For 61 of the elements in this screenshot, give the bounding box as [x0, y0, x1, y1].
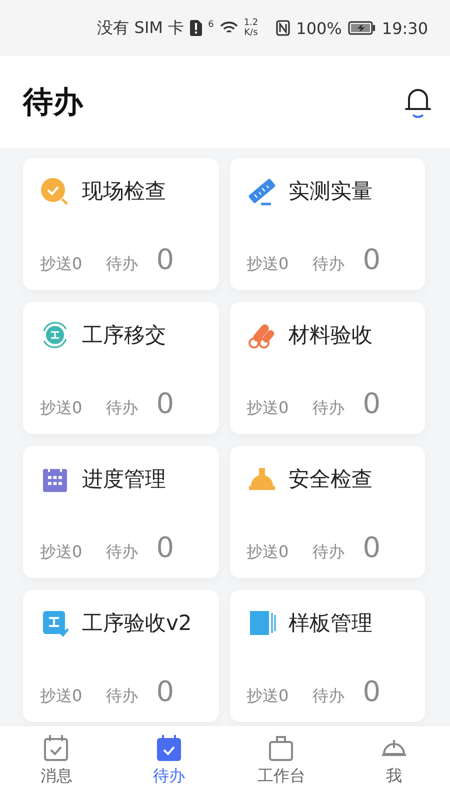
briefcase-icon: [268, 734, 294, 762]
module-title: 进度管理: [82, 466, 166, 493]
todo-label: 待办: [312, 542, 345, 563]
module-card[interactable]: 样板管理 抄送0 待办 0: [230, 590, 425, 722]
module-card[interactable]: 工序移交 抄送0 待办 0: [23, 302, 218, 434]
carrier-text: 没有 SIM 卡: [97, 18, 184, 38]
cc-count-text: 抄送0: [40, 686, 82, 707]
battery-text: 100%: [296, 18, 342, 38]
module-title: 样板管理: [288, 610, 372, 637]
module-title: 安全检查: [288, 466, 372, 493]
cc-count-text: 抄送0: [246, 542, 289, 563]
module-title: 实测实量: [288, 178, 372, 205]
todo-label: 待办: [312, 686, 345, 707]
todo-label: 待办: [312, 398, 345, 419]
speed-unit-text: K/s: [244, 28, 258, 38]
network-type-text: 6: [208, 20, 214, 30]
cc-count-text: 抄送0: [246, 398, 289, 419]
tab-bar-item[interactable]: 工作台: [225, 726, 338, 800]
check-badge-icon: [40, 176, 70, 206]
page-title: 待办: [23, 84, 83, 122]
todo-count: 0: [362, 387, 381, 420]
todo-count: 0: [156, 675, 174, 708]
todo-count: 0: [362, 675, 381, 708]
cc-count-text: 抄送0: [246, 254, 289, 275]
todo-count: 0: [362, 243, 381, 276]
cc-count-text: 抄送0: [40, 398, 82, 419]
handover-icon: [40, 320, 70, 350]
speed-text: 1.2: [244, 18, 258, 28]
wifi-icon: [220, 21, 238, 35]
battery-icon: [348, 21, 376, 35]
clock-text: 19:30: [382, 18, 428, 38]
module-title: 材料验收: [288, 322, 372, 349]
tab-bar-item[interactable]: 我: [338, 726, 450, 800]
module-card[interactable]: 安全检查 抄送0 待办 0: [230, 446, 425, 578]
todo-count: 0: [156, 243, 174, 276]
todo-label: 待办: [106, 542, 138, 563]
todo-count: 0: [362, 531, 381, 564]
calendar-check-icon: [43, 734, 70, 762]
cc-count-text: 抄送0: [40, 254, 82, 275]
module-card[interactable]: 实测实量 抄送0 待办 0: [230, 158, 425, 290]
todo-count: 0: [156, 531, 174, 564]
cc-count-text: 抄送0: [246, 686, 289, 707]
module-card[interactable]: 现场检查 抄送0 待办 0: [23, 158, 218, 290]
nfc-icon: [276, 20, 290, 36]
module-title: 现场检查: [82, 178, 166, 205]
module-card[interactable]: 进度管理 抄送0 待办 0: [23, 446, 218, 578]
module-title: 工序移交: [82, 322, 166, 349]
sim-alert-icon: [190, 20, 202, 36]
module-card[interactable]: 工序验收v2 抄送0 待办 0: [23, 590, 218, 722]
todo-label: 待办: [312, 254, 345, 275]
todo-label: 待办: [106, 398, 138, 419]
cc-count-text: 抄送0: [40, 542, 82, 563]
calendar-check-icon: [156, 734, 182, 762]
todo-label: 待办: [106, 254, 138, 275]
document-check-icon: [40, 608, 70, 638]
todo-count: 0: [156, 387, 174, 420]
todo-label: 待办: [106, 686, 138, 707]
tab-bar-item[interactable]: 消息: [0, 726, 112, 800]
module-card[interactable]: 材料验收 抄送0 待办 0: [230, 302, 425, 434]
module-title: 工序验收v2: [82, 610, 192, 637]
tab-bar-item[interactable]: 待办: [112, 726, 225, 800]
